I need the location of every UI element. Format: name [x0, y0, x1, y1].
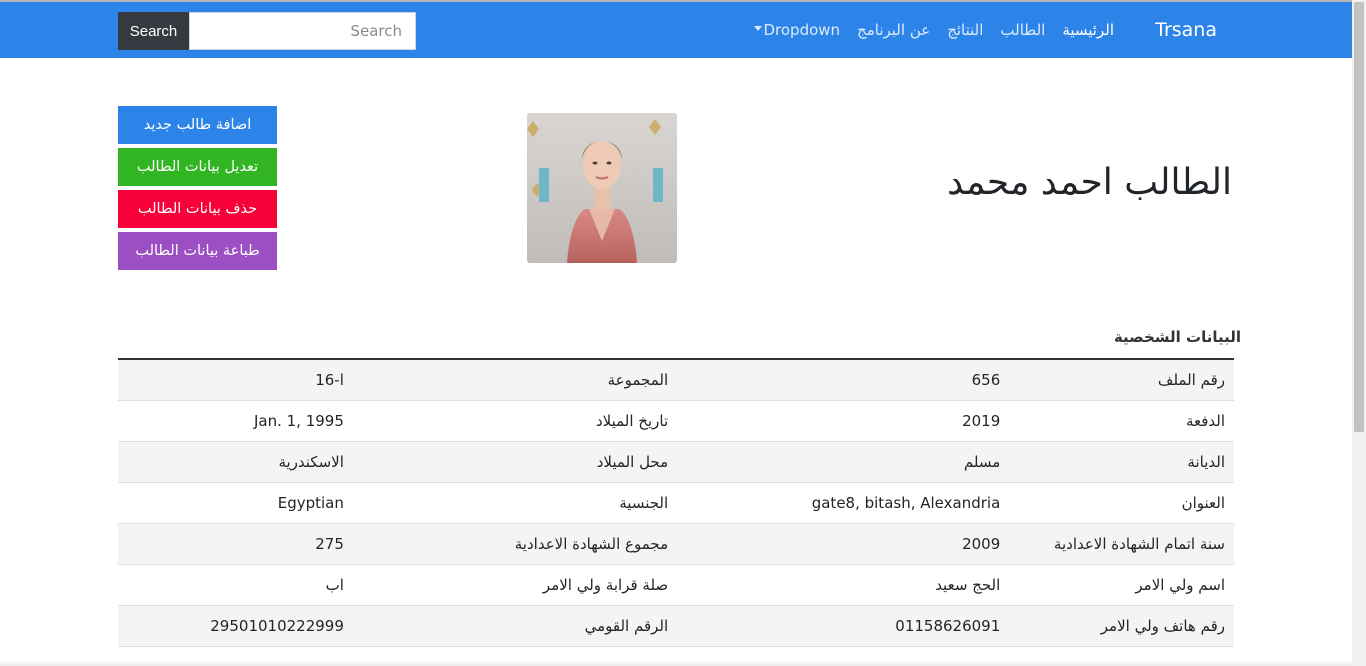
label-cell: مجموع الشهادة الاعدادية — [343, 523, 669, 565]
vertical-scrollbar[interactable] — [1352, 0, 1366, 666]
table-row: Egyptian الجنسية gate8, bitash, Alexandr… — [118, 482, 1234, 524]
nav-dropdown[interactable]: Dropdown — [754, 21, 840, 39]
label-cell: محل الميلاد — [343, 441, 669, 483]
label-cell: المجموعة — [343, 359, 669, 401]
value-cell: gate8, bitash, Alexandria — [668, 482, 1001, 524]
table-row: الاسكندرية محل الميلاد مسلم الديانة — [118, 441, 1234, 483]
value-cell: 2009 — [668, 523, 1001, 565]
value-cell: اب — [118, 564, 344, 606]
label-cell: سنة اتمام الشهادة الاعدادية — [1000, 523, 1234, 565]
table-row: Jan. 1, 1995 تاريخ الميلاد 2019 الدفعة — [118, 400, 1234, 442]
nav-link-about[interactable]: عن البرنامج — [857, 21, 930, 39]
nav-dropdown-label: Dropdown — [763, 21, 841, 39]
label-cell: تاريخ الميلاد — [343, 400, 669, 442]
edit-student-button[interactable]: تعديل بيانات الطالب — [118, 148, 277, 186]
nav-link-home[interactable]: الرئيسية — [1062, 21, 1114, 39]
student-photo — [527, 113, 677, 263]
label-cell: رقم هاتف ولي الامر — [1000, 605, 1234, 647]
value-cell: Jan. 1, 1995 — [118, 400, 344, 442]
value-cell: مسلم — [668, 441, 1001, 483]
add-student-button[interactable]: اضافة طالب جديد — [118, 106, 277, 144]
value-cell: 656 — [668, 359, 1001, 401]
nav-links: الرئيسية الطالب النتائج عن البرنامج Drop… — [754, 21, 1114, 39]
nav-link-results[interactable]: النتائج — [947, 21, 983, 39]
label-cell: الديانة — [1000, 441, 1234, 483]
value-cell: 275 — [118, 523, 344, 565]
label-cell: الرقم القومي — [343, 605, 669, 647]
brand-logo[interactable]: Trsana — [1155, 19, 1217, 41]
value-cell: 2019 — [668, 400, 1001, 442]
page-title: الطالب احمد محمد — [947, 162, 1232, 203]
search-button[interactable]: Search — [118, 12, 189, 50]
search-input[interactable] — [189, 12, 416, 50]
label-cell: رقم الملف — [1000, 359, 1234, 401]
personal-info-table: ا-16 المجموعة 656 رقم الملف Jan. 1, 1995… — [118, 358, 1234, 647]
delete-student-button[interactable]: حذف بيانات الطالب — [118, 190, 277, 228]
print-student-button[interactable]: طباعة بيانات الطالب — [118, 232, 277, 270]
navbar: Trsana الرئيسية الطالب النتائج عن البرنا… — [0, 2, 1352, 58]
label-cell: الدفعة — [1000, 400, 1234, 442]
table-row: 275 مجموع الشهادة الاعدادية 2009 سنة اتم… — [118, 523, 1234, 565]
value-cell: الحج سعيد — [668, 564, 1001, 606]
section-title: البيانات الشخصية — [1113, 328, 1241, 346]
nav-link-student[interactable]: الطالب — [1000, 21, 1045, 39]
caret-down-icon — [754, 26, 763, 31]
value-cell: الاسكندرية — [118, 441, 344, 483]
table-row: 29501010222999 الرقم القومي 01158626091 … — [118, 605, 1234, 647]
table-row: اب صلة قرابة ولي الامر الحج سعيد اسم ولي… — [118, 564, 1234, 606]
label-cell: الجنسية — [343, 482, 669, 524]
label-cell: العنوان — [1000, 482, 1234, 524]
label-cell: اسم ولي الامر — [1000, 564, 1234, 606]
bottom-shadow — [0, 660, 1352, 666]
value-cell: ا-16 — [118, 359, 344, 401]
table-row: ا-16 المجموعة 656 رقم الملف — [118, 359, 1234, 401]
value-cell: 29501010222999 — [118, 605, 344, 647]
value-cell: 01158626091 — [668, 605, 1001, 647]
scrollbar-thumb[interactable] — [1354, 2, 1364, 432]
label-cell: صلة قرابة ولي الامر — [343, 564, 669, 606]
value-cell: Egyptian — [118, 482, 344, 524]
